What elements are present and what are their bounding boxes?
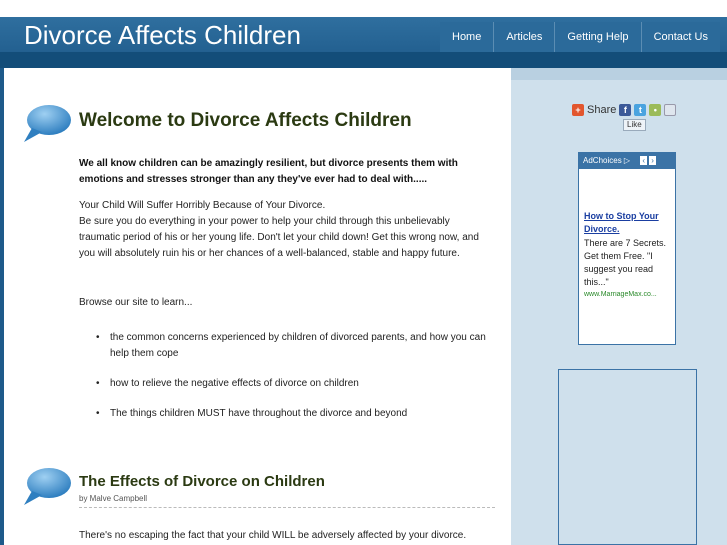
ad-unit-2 bbox=[558, 369, 697, 545]
speech-bubble-icon bbox=[24, 468, 71, 505]
paragraph-4: There's no escaping the fact that your c… bbox=[79, 530, 467, 541]
nav-home[interactable]: Home bbox=[440, 22, 494, 52]
adchoices-bar[interactable]: AdChoices ▷ ‹ › bbox=[579, 153, 675, 169]
plus-icon[interactable]: + bbox=[572, 104, 584, 116]
page-heading: Welcome to Divorce Affects Children bbox=[79, 110, 412, 131]
list-item: The things children MUST have throughout… bbox=[96, 406, 496, 422]
list-item: how to relieve the negative effects of d… bbox=[96, 376, 496, 392]
article-heading[interactable]: The Effects of Divorce on Children bbox=[79, 473, 325, 490]
like-label: Like bbox=[627, 120, 642, 129]
paragraph-3: Browse our site to learn... bbox=[79, 297, 193, 308]
chevron-right-icon[interactable]: › bbox=[649, 156, 656, 165]
ad-title-link[interactable]: How to Stop Your Divorce. bbox=[584, 210, 676, 236]
facebook-icon[interactable]: f bbox=[619, 104, 632, 116]
ad-body: There are 7 Secrets. Get them Free. "I s… bbox=[584, 238, 667, 287]
share-label[interactable]: Share bbox=[587, 104, 616, 116]
nav-contact-us[interactable]: Contact Us bbox=[640, 22, 720, 52]
site-title[interactable]: Divorce Affects Children bbox=[24, 20, 301, 51]
sidebar-top-strip bbox=[511, 68, 727, 80]
nav-getting-help[interactable]: Getting Help bbox=[554, 22, 641, 52]
bookmark-icon[interactable]: • bbox=[649, 104, 662, 116]
lead-paragraph: We all know children can be amazingly re… bbox=[79, 158, 458, 185]
play-icon: ▷ bbox=[623, 156, 631, 165]
twitter-icon[interactable]: t bbox=[634, 104, 647, 116]
paragraph-1: Your Child Will Suffer Horribly Because … bbox=[79, 200, 326, 211]
ad-unit: AdChoices ▷ ‹ › How to Stop Your Divorce… bbox=[578, 152, 676, 345]
list-item: the common concerns experienced by child… bbox=[96, 330, 496, 362]
facebook-like-button[interactable]: Like bbox=[623, 119, 646, 131]
share-widget[interactable]: + Share f t • bbox=[572, 104, 677, 116]
chevron-left-icon[interactable]: ‹ bbox=[640, 156, 647, 165]
header-underbar bbox=[0, 52, 727, 68]
topic-list: the common concerns experienced by child… bbox=[96, 330, 496, 436]
main-nav: Home Articles Getting Help Contact Us bbox=[440, 22, 720, 52]
adchoices-label[interactable]: AdChoices bbox=[583, 156, 622, 165]
speech-bubble-icon bbox=[24, 105, 71, 142]
nav-articles[interactable]: Articles bbox=[493, 22, 555, 52]
article-byline: by Malve Campbell bbox=[79, 494, 495, 508]
email-icon[interactable] bbox=[664, 104, 677, 116]
paragraph-2: Be sure you do everything in your power … bbox=[79, 216, 479, 259]
ad-url[interactable]: www.MarriageMax.co... bbox=[584, 291, 676, 298]
